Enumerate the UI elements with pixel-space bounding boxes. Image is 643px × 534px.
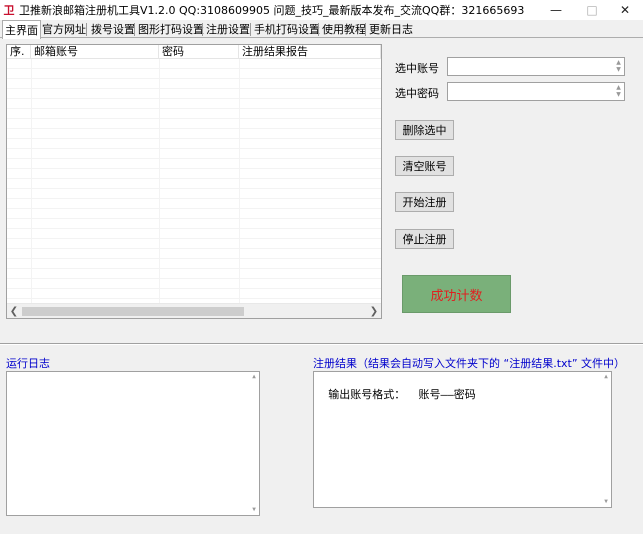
table-row [7,239,381,249]
tab-phone-captcha-settings[interactable]: 手机打码设置 [252,20,322,38]
tab-separator [202,23,203,36]
table-row [7,289,381,299]
table-row [7,259,381,269]
table-row [7,89,381,99]
password-field[interactable]: ▲ ▼ [447,82,625,101]
table-row [7,109,381,119]
tab-separator [365,23,366,36]
table-row [7,209,381,219]
delete-selected-button[interactable]: 删除选中 [395,120,454,140]
table-row [7,199,381,209]
scroll-right-icon[interactable]: ❯ [367,304,381,319]
horizontal-scrollbar[interactable]: ❮ ❯ [7,303,381,318]
table-row [7,119,381,129]
tab-official-site[interactable]: 官方网址 [40,20,88,38]
log-title: 运行日志 [6,357,50,370]
spin-icon[interactable]: ▲ ▼ [614,59,623,74]
table-row [7,249,381,259]
table-row [7,99,381,109]
account-field[interactable]: ▲ ▼ [447,57,625,76]
table-row [7,159,381,169]
tab-main[interactable]: 主界面 [2,20,41,39]
result-content: 输出账号格式： 账号——密码 [328,388,476,401]
clear-accounts-button[interactable]: 清空账号 [395,156,454,176]
maximize-icon[interactable]: □ [574,0,610,20]
scroll-down-icon[interactable]: ▼ [249,505,259,515]
scroll-left-icon[interactable]: ❮ [7,304,21,319]
table-row [7,139,381,149]
tab-changelog[interactable]: 更新日志 [367,20,415,38]
log-textarea[interactable]: ▲ ▼ [6,371,260,516]
vertical-scrollbar[interactable]: ▲ ▼ [601,372,611,507]
close-icon[interactable]: ✕ [607,0,643,20]
account-label: 选中账号 [395,62,439,75]
table-row [7,69,381,79]
account-list[interactable]: 序. 邮箱账号 密码 注册结果报告 ❮ ❯ [6,44,382,319]
spin-icon[interactable]: ▲ ▼ [614,84,623,99]
table-row [7,179,381,189]
table-row [7,189,381,199]
title-bar: 卫 卫推新浪邮箱注册机工具V1.2.0 QQ:3108609905 问题_技巧_… [0,0,643,20]
table-row [7,59,381,69]
tab-register-settings[interactable]: 注册设置 [204,20,252,38]
table-row [7,229,381,239]
vertical-scrollbar[interactable]: ▲ ▼ [249,372,259,515]
table-row [7,279,381,289]
tab-strip: 主界面 官方网址 拨号设置 图形打码设置 注册设置 手机打码设置 使用教程 更新… [0,20,643,39]
table-row [7,149,381,159]
scroll-down-icon[interactable]: ▼ [601,497,611,507]
tab-tutorial[interactable]: 使用教程 [320,20,368,38]
start-register-button[interactable]: 开始注册 [395,192,454,212]
stop-register-button[interactable]: 停止注册 [395,229,454,249]
window-title: 卫推新浪邮箱注册机工具V1.2.0 QQ:3108609905 问题_技巧_最新… [19,4,525,17]
table-row [7,219,381,229]
scroll-up-icon[interactable]: ▲ [601,372,611,382]
tab-captcha-settings[interactable]: 图形打码设置 [136,20,206,38]
result-textarea[interactable]: 输出账号格式： 账号——密码 ▲ ▼ [313,371,612,508]
table-row [7,169,381,179]
scrollbar-thumb[interactable] [22,307,244,316]
column-header-result[interactable]: 注册结果报告 [239,45,381,59]
scroll-up-icon[interactable]: ▲ [249,372,259,382]
column-header-password[interactable]: 密码 [159,45,239,59]
password-label: 选中密码 [395,87,439,100]
tab-separator [318,23,319,36]
column-header-index[interactable]: 序. [7,45,31,59]
success-counter: 成功计数 [402,275,511,313]
panel-divider [0,343,643,345]
app-logo-icon: 卫 [3,4,15,17]
result-title: 注册结果（结果会自动写入文件夹下的 “注册结果.txt” 文件中） [313,357,626,370]
tab-separator [134,23,135,36]
table-row [7,129,381,139]
tab-separator [250,23,251,36]
tab-dial-settings[interactable]: 拨号设置 [89,20,137,38]
table-row [7,269,381,279]
column-header-email[interactable]: 邮箱账号 [31,45,159,59]
tab-separator [86,23,87,36]
minimize-icon[interactable]: — [538,0,574,20]
list-body [7,59,381,304]
list-header: 序. 邮箱账号 密码 注册结果报告 [7,45,381,59]
table-row [7,79,381,89]
